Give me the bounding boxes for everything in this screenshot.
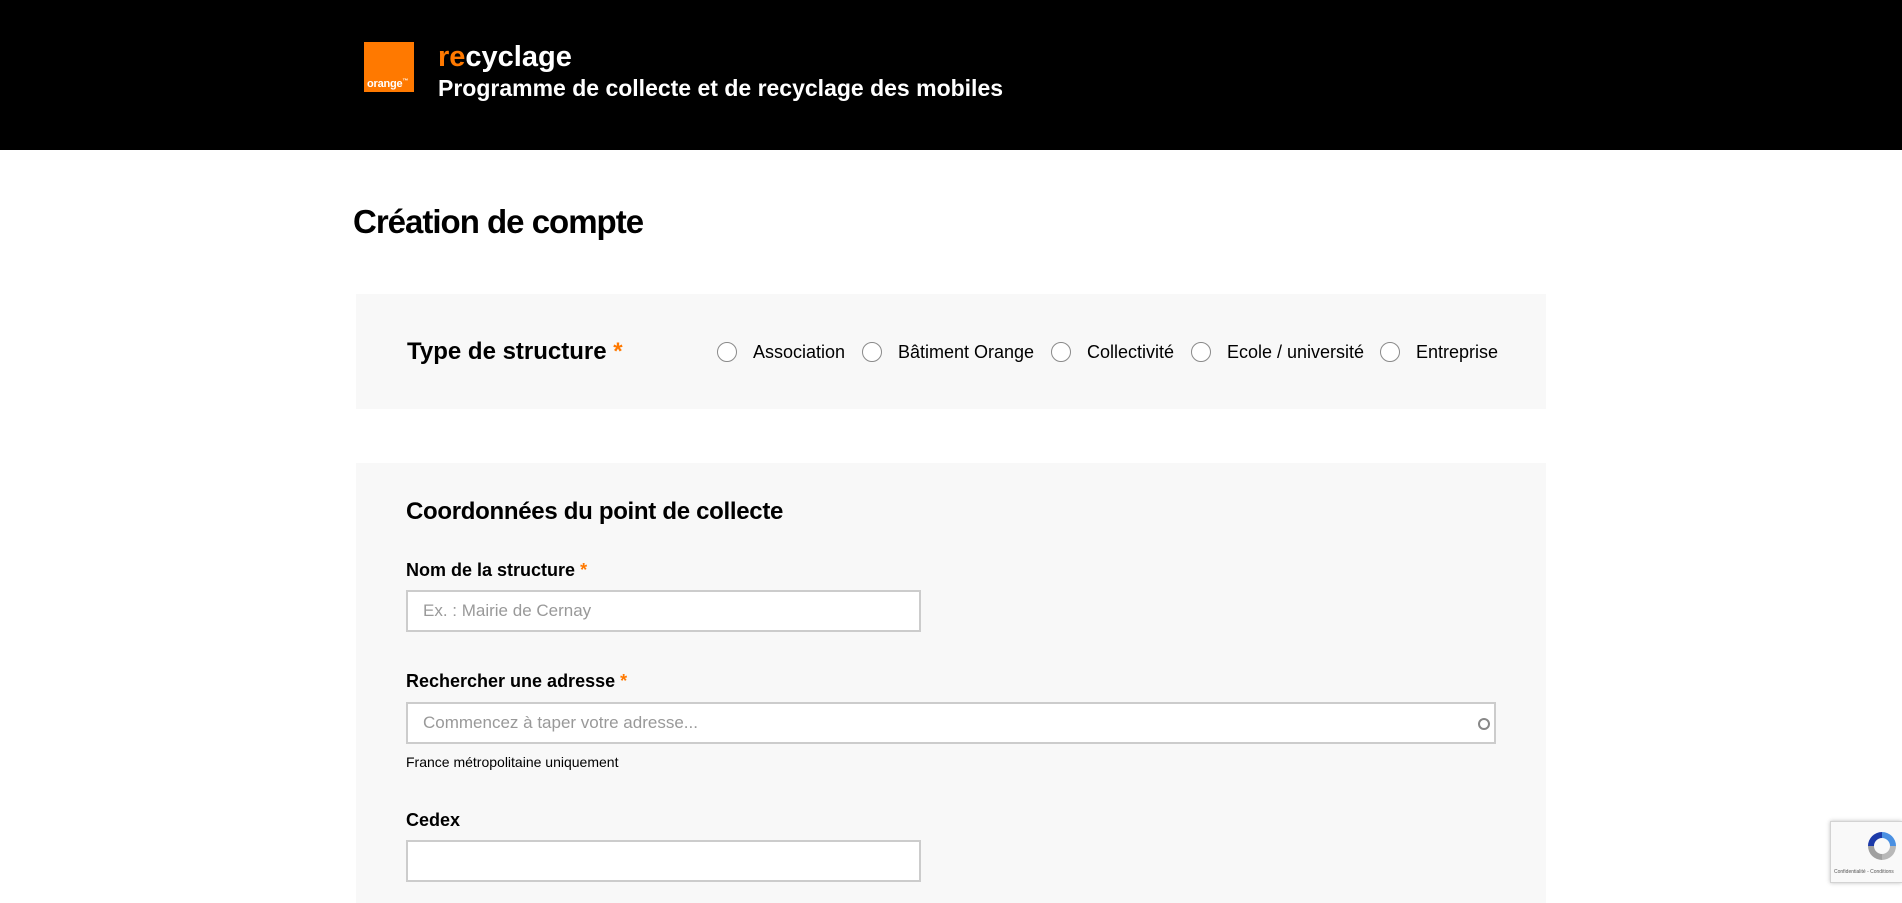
required-asterisk: * [580,560,588,580]
brand-accent: re [438,41,466,73]
radio-entreprise[interactable]: Entreprise [1380,338,1498,366]
radio-label-entreprise[interactable]: Entreprise [1416,338,1498,366]
address-search-input[interactable] [406,702,1496,744]
structure-name-label: Nom de la structure * [406,560,588,580]
recaptcha-badge[interactable]: Confidentialité - Conditions [1830,821,1902,883]
radio-ecole-universite[interactable]: Ecole / université [1191,338,1364,366]
required-asterisk: * [613,338,623,365]
recaptcha-privacy-terms[interactable]: Confidentialité - Conditions [1834,869,1894,876]
cedex-input[interactable] [406,840,921,882]
radio-label-batiment-orange[interactable]: Bâtiment Orange [898,338,1034,366]
brand-rest: cyclage [465,41,572,73]
radio-batiment-orange[interactable]: Bâtiment Orange [862,338,1034,366]
structure-type-label: Type de structure * [407,338,623,365]
brand-subtitle: Programme de collecte et de recyclage de… [438,75,1004,101]
radio-collectivite[interactable]: Collectivité [1051,338,1174,366]
radio-unchecked-icon[interactable] [1380,342,1400,362]
recyclage-brand: recyclage [438,40,572,74]
loading-spinner-icon [1478,718,1490,730]
orange-logo-text: orange™ [367,78,409,90]
radio-association[interactable]: Association [717,338,845,366]
recaptcha-icon [1868,832,1896,860]
page-title: Création de compte [353,203,644,240]
cedex-label: Cedex [406,810,461,830]
structure-name-input[interactable] [406,590,921,632]
address-helper-text: France métropolitaine uniquement [406,754,619,770]
radio-unchecked-icon[interactable] [717,342,737,362]
address-search-label: Rechercher une adresse * [406,671,628,691]
site-header: orange™ recyclage Programme de collecte … [0,0,1902,150]
collection-point-title: Coordonnées du point de collecte [406,498,784,525]
orange-logo[interactable]: orange™ [364,42,414,92]
radio-label-collectivite[interactable]: Collectivité [1087,338,1174,366]
radio-label-ecole-universite[interactable]: Ecole / université [1227,338,1364,366]
required-asterisk: * [620,671,628,691]
radio-unchecked-icon[interactable] [1051,342,1071,362]
radio-unchecked-icon[interactable] [862,342,882,362]
radio-label-association[interactable]: Association [753,338,845,366]
radio-unchecked-icon[interactable] [1191,342,1211,362]
